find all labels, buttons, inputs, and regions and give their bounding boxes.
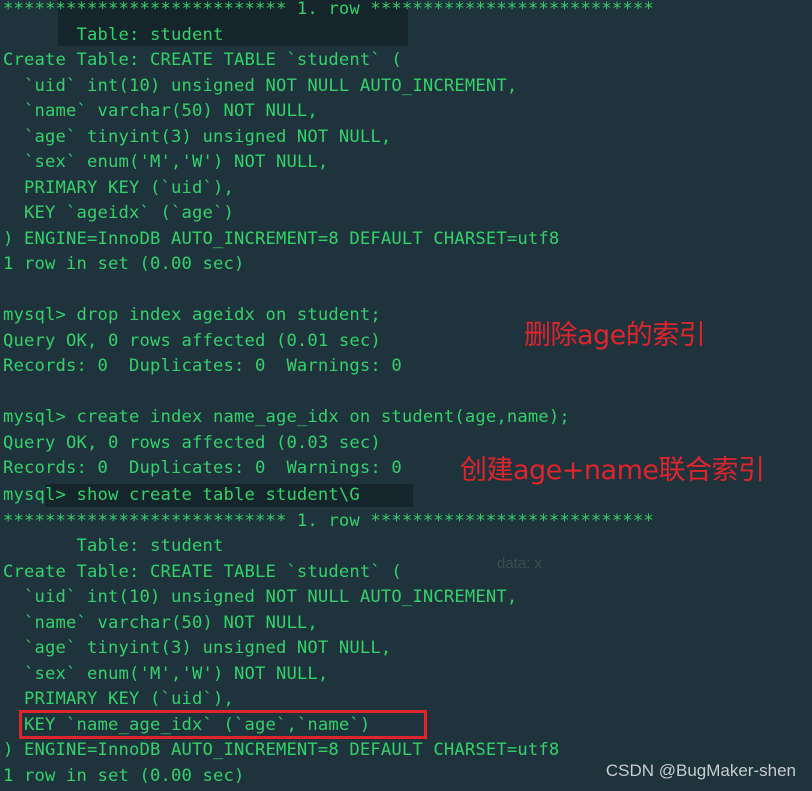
terminal-command: mysql> drop index ageidx on student; <box>3 305 381 325</box>
terminal-command: mysql> show create table student\G <box>3 485 360 505</box>
terminal-line: ) ENGINE=InnoDB AUTO_INCREMENT=8 DEFAULT… <box>3 740 560 760</box>
terminal-line: 1 row in set (0.00 sec) <box>3 254 245 274</box>
terminal-line: Table: student <box>3 536 224 556</box>
terminal-line: 1 row in set (0.00 sec) <box>3 766 245 786</box>
terminal-command: mysql> create index name_age_idx on stud… <box>3 407 570 427</box>
terminal-line: Records: 0 Duplicates: 0 Warnings: 0 <box>3 458 402 478</box>
terminal-line: `uid` int(10) unsigned NOT NULL AUTO_INC… <box>3 587 518 607</box>
terminal-line: PRIMARY KEY (`uid`), <box>3 689 234 709</box>
terminal-line: `name` varchar(50) NOT NULL, <box>3 613 318 633</box>
terminal-line: *************************** 1. row *****… <box>3 511 654 531</box>
terminal-line: `sex` enum('M','W') NOT NULL, <box>3 664 329 684</box>
watermark: CSDN @BugMaker-shen <box>605 761 796 780</box>
highlight-box <box>19 710 427 739</box>
annotation-create-index: 创建age+name联合索引 <box>460 455 765 486</box>
terminal-line: `uid` int(10) unsigned NOT NULL AUTO_INC… <box>3 76 518 96</box>
terminal-line: `age` tinyint(3) unsigned NOT NULL, <box>3 638 392 658</box>
terminal-line: `age` tinyint(3) unsigned NOT NULL, <box>3 127 392 147</box>
terminal-window[interactable]: *************************** 1. row *****… <box>0 0 812 791</box>
terminal-line: Table: student <box>3 25 224 45</box>
terminal-line: Create Table: CREATE TABLE `student` ( <box>3 562 402 582</box>
ghost-overlay-text: data: x <box>497 555 543 572</box>
terminal-line: Query OK, 0 rows affected (0.01 sec) <box>3 331 381 351</box>
terminal-line: `name` varchar(50) NOT NULL, <box>3 101 318 121</box>
terminal-line: ) ENGINE=InnoDB AUTO_INCREMENT=8 DEFAULT… <box>3 229 560 249</box>
terminal-line: Create Table: CREATE TABLE `student` ( <box>3 50 402 70</box>
annotation-drop-index: 删除age的索引 <box>524 320 706 351</box>
terminal-line: Query OK, 0 rows affected (0.03 sec) <box>3 433 381 453</box>
terminal-line: PRIMARY KEY (`uid`), <box>3 178 234 198</box>
terminal-line: `sex` enum('M','W') NOT NULL, <box>3 152 329 172</box>
terminal-line: KEY `ageidx` (`age`) <box>3 203 234 223</box>
terminal-line: Records: 0 Duplicates: 0 Warnings: 0 <box>3 356 402 376</box>
terminal-line: *************************** 1. row *****… <box>3 0 654 19</box>
